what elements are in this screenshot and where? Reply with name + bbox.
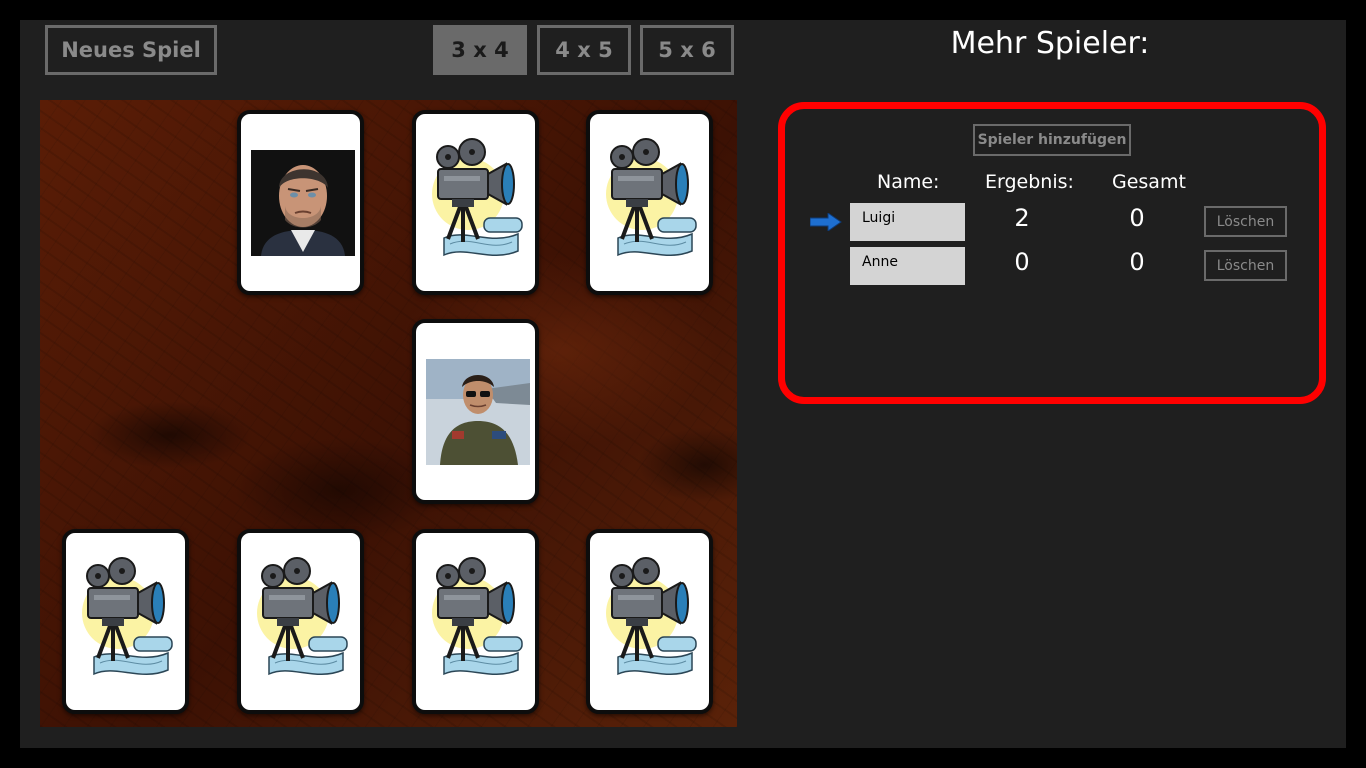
movie-camera-icon (600, 553, 700, 693)
player-name-field[interactable]: Anne (850, 247, 965, 285)
right-arrow-icon (810, 213, 842, 231)
grid-size-5x6-button[interactable]: 5 x 6 (640, 25, 734, 75)
memory-card-face-up[interactable] (237, 110, 364, 295)
game-board (40, 100, 737, 727)
pilot-photo (426, 359, 530, 465)
player-score: 0 (1014, 248, 1030, 276)
man-portrait-photo (251, 150, 355, 256)
total-column-header: Gesamt (1112, 171, 1186, 193)
movie-camera-icon (426, 553, 526, 693)
memory-card-face-down[interactable] (586, 529, 713, 714)
movie-camera-icon (600, 134, 700, 274)
player-row: Luigi 2 0 Löschen (785, 203, 1319, 241)
player-total: 0 (1129, 204, 1145, 232)
app-window: Neues Spiel 3 x 4 4 x 5 5 x 6 Mehr Spiel… (20, 20, 1346, 748)
grid-size-4x5-button[interactable]: 4 x 5 (537, 25, 631, 75)
memory-card-face-down[interactable] (412, 529, 539, 714)
score-column-header: Ergebnis: (985, 171, 1074, 193)
player-total: 0 (1129, 248, 1145, 276)
player-row: Anne 0 0 Löschen (785, 247, 1319, 285)
player-score: 2 (1014, 204, 1030, 232)
movie-camera-icon (251, 553, 351, 693)
grid-size-3x4-button[interactable]: 3 x 4 (433, 25, 527, 75)
delete-player-button[interactable]: Löschen (1204, 206, 1287, 237)
add-player-button[interactable]: Spieler hinzufügen (973, 124, 1131, 156)
name-column-header: Name: (877, 171, 940, 193)
movie-camera-icon (76, 553, 176, 693)
multiplayer-title: Mehr Spieler: (950, 26, 1150, 61)
new-game-button[interactable]: Neues Spiel (45, 25, 217, 75)
movie-camera-icon (426, 134, 526, 274)
memory-card-face-down[interactable] (586, 110, 713, 295)
memory-card-face-down[interactable] (62, 529, 189, 714)
delete-player-button[interactable]: Löschen (1204, 250, 1287, 281)
multiplayer-panel: Spieler hinzufügen Name: Ergebnis: Gesam… (778, 102, 1326, 404)
memory-card-face-down[interactable] (237, 529, 364, 714)
player-name-field[interactable]: Luigi (850, 203, 965, 241)
memory-card-face-up[interactable] (412, 319, 539, 504)
memory-card-face-down[interactable] (412, 110, 539, 295)
